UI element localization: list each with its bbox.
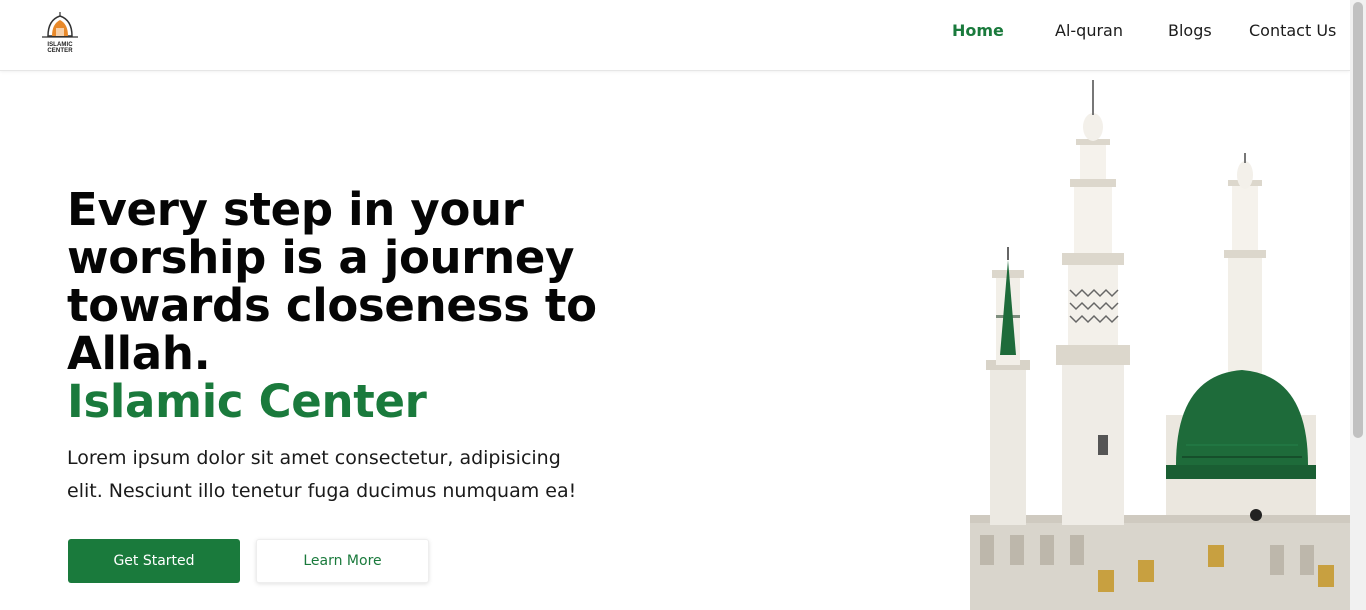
mosque-image [970,75,1354,610]
hero-description: Lorem ipsum dolor sit amet consectetur, … [67,447,577,502]
mosque-dome-logo-icon [42,12,78,38]
hero-subtitle: Islamic Center [67,375,427,428]
logo[interactable]: ISLAMIC CENTER [34,10,86,54]
scrollbar-thumb[interactable] [1353,2,1363,438]
get-started-button[interactable]: Get Started [68,539,240,583]
nav-al-quran[interactable]: Al-quran [1055,21,1123,40]
mosque-minarets-illustration [970,80,1354,610]
logo-text: ISLAMIC CENTER [47,42,73,54]
hero-title: Every step in your worship is a journey … [67,183,597,380]
nav-contact-us[interactable]: Contact Us [1249,21,1336,40]
navbar: ISLAMIC CENTER Home Al-quran Blogs Conta… [0,0,1350,71]
learn-more-button[interactable]: Learn More [256,539,429,583]
nav-blogs[interactable]: Blogs [1168,21,1212,40]
scrollbar[interactable] [1350,0,1366,610]
nav-home[interactable]: Home [952,21,1004,40]
